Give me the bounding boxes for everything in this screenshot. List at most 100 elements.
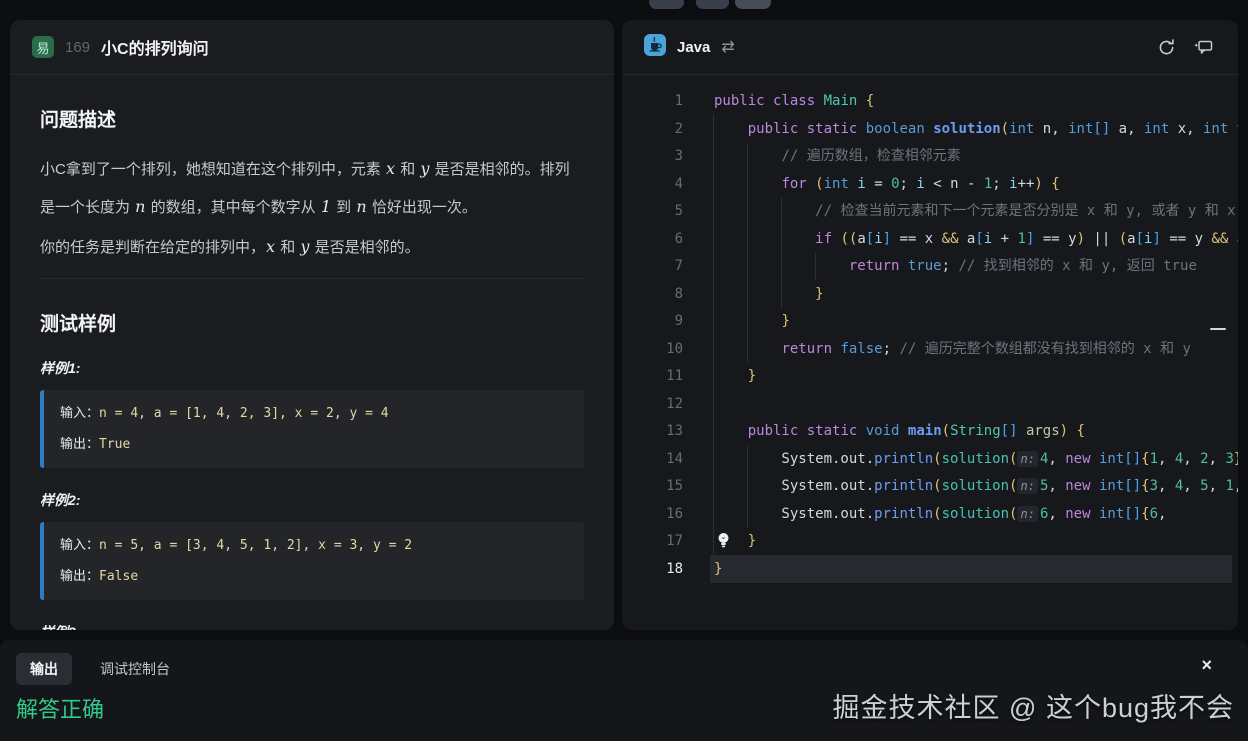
line-number[interactable]: 10 xyxy=(622,336,683,364)
sample-row: 输入：n = 5, a = [3, 4, 5, 1, 2], x = 3, y … xyxy=(60,530,568,561)
line-number[interactable]: 18 xyxy=(622,556,683,584)
code-line[interactable]: // 检查当前元素和下一个元素是否分别是 x 和 y, 或者 y 和 x xyxy=(714,198,1238,226)
language-selector[interactable]: Java xyxy=(677,39,710,56)
code-token-kw: for xyxy=(781,176,806,192)
cropped-toolbar-button[interactable] xyxy=(649,0,684,9)
code-token-gd: ( xyxy=(933,451,941,467)
code-token-call: solution xyxy=(942,506,1009,522)
sample-io-value: True xyxy=(99,437,130,452)
sample-row: 输出：True xyxy=(60,429,568,460)
line-number[interactable]: 16 xyxy=(622,501,683,529)
code-line[interactable]: System.out.println(solution(n:5, new int… xyxy=(714,473,1238,501)
code-token-kw: return xyxy=(781,341,832,357)
code-line[interactable]: public static void main(String[] args) { xyxy=(714,418,1238,446)
code-line[interactable]: } xyxy=(714,308,1238,336)
line-number-gutter[interactable]: 123456789101112131415161718 xyxy=(622,88,683,583)
line-number[interactable]: 12 xyxy=(622,391,683,419)
code-line[interactable]: if ((a[i] == x && a[i + 1] == y) || (a[i… xyxy=(714,226,1238,254)
code-token-kw: class xyxy=(773,93,815,109)
code-token-kw: return xyxy=(849,258,900,274)
line-number[interactable]: 2 xyxy=(622,116,683,144)
line-number[interactable]: 8 xyxy=(622,281,683,309)
tab-debug-console[interactable]: 调试控制台 xyxy=(86,653,184,685)
code-token-vr: i xyxy=(1009,176,1017,192)
line-number[interactable]: 11 xyxy=(622,363,683,391)
code-token-fn: solution xyxy=(933,121,1000,137)
code-line[interactable]: } xyxy=(714,363,1238,391)
code-token-kw: if xyxy=(815,231,832,247)
line-number[interactable]: 13 xyxy=(622,418,683,446)
code-token-hint: n: xyxy=(1017,478,1037,494)
code-token-gd: && xyxy=(1211,231,1228,247)
line-number[interactable]: 17 xyxy=(622,528,683,556)
code-token-cls: Main xyxy=(824,93,858,109)
math-variable: n xyxy=(134,197,146,216)
code-line[interactable]: for (int i = 0; i < n - 1; i++) { xyxy=(714,171,1238,199)
problem-header: 易 169 小C的排列询问 xyxy=(10,20,614,75)
code-token-num: 1 xyxy=(984,176,992,192)
code-token-ty: int xyxy=(1099,451,1124,467)
swap-language-icon[interactable]: ⇄ xyxy=(721,37,734,57)
code-token-pl: , xyxy=(1048,506,1065,522)
code-token-mth: println xyxy=(874,506,933,522)
code-token-pl xyxy=(714,313,781,329)
paragraph-text: 小C拿到了一个排列，她想知道在这个排列中，元素 xyxy=(40,161,385,178)
reset-code-icon[interactable] xyxy=(1153,34,1179,60)
feedback-comment-icon[interactable] xyxy=(1190,34,1216,60)
sample-code-block: 输入：n = 4, a = [1, 4, 2, 3], x = 2, y = 4… xyxy=(40,390,584,468)
math-variable: x xyxy=(385,159,396,178)
code-token-pl xyxy=(714,286,815,302)
line-number[interactable]: 6 xyxy=(622,226,683,254)
code-line[interactable]: return false; // 遍历完整个数组都没有找到相邻的 x 和 y xyxy=(714,336,1238,364)
lightbulb-code-action-icon[interactable] xyxy=(717,532,730,553)
code-token-gd: ) xyxy=(1077,231,1085,247)
cropped-toolbar-button[interactable] xyxy=(735,0,771,9)
problem-title: 小C的排列询问 xyxy=(101,35,209,59)
line-number[interactable]: 4 xyxy=(622,171,683,199)
line-number[interactable]: 3 xyxy=(622,143,683,171)
line-number[interactable]: 9 xyxy=(622,308,683,336)
math-variable: y xyxy=(419,159,430,178)
code-token-gd: } xyxy=(1234,451,1238,467)
code-editor[interactable]: 123456789101112131415161718 public class… xyxy=(622,75,1238,629)
code-line[interactable]: System.out.println(solution(n:4, new int… xyxy=(714,446,1238,474)
code-token-pl: ++ xyxy=(1018,176,1035,192)
close-console-icon[interactable]: × xyxy=(1201,656,1212,674)
code-token-kw: public xyxy=(748,423,799,439)
code-line[interactable]: } xyxy=(714,281,1238,309)
code-token-pl xyxy=(1091,506,1099,522)
code-line[interactable]: public class Main { xyxy=(714,88,1238,116)
line-number[interactable]: 15 xyxy=(622,473,683,501)
console-tabs: 输出 调试控制台 xyxy=(0,640,1248,685)
code-token-gd: ( xyxy=(1119,231,1127,247)
code-token-mth: println xyxy=(874,478,933,494)
code-token-bb: [] xyxy=(1124,478,1141,494)
line-number[interactable]: 5 xyxy=(622,198,683,226)
code-token-ty: boolean xyxy=(866,121,925,137)
code-line[interactable]: return true; // 找到相邻的 x 和 y, 返回 true xyxy=(714,253,1238,281)
code-token-fn: main xyxy=(908,423,942,439)
code-token-pl: y xyxy=(1228,121,1238,137)
code-token-pl: , xyxy=(1183,451,1200,467)
code-token-pl: ; xyxy=(992,176,1009,192)
line-number[interactable]: 1 xyxy=(622,88,683,116)
code-line[interactable] xyxy=(714,391,1238,419)
code-token-num: 6 xyxy=(1150,506,1158,522)
code-line[interactable]: } xyxy=(714,556,1238,584)
code-token-gd: ( xyxy=(1001,121,1009,137)
line-number[interactable]: 7 xyxy=(622,253,683,281)
code-token-ty: int xyxy=(1144,121,1169,137)
code-line[interactable]: System.out.println(solution(n:6, new int… xyxy=(714,501,1238,529)
description-heading: 问题描述 xyxy=(40,105,584,132)
code-token-pl: == y xyxy=(1161,231,1212,247)
code-token-pl xyxy=(857,423,865,439)
code-line[interactable]: } xyxy=(714,528,1238,556)
code-line[interactable]: // 遍历数组，检查相邻元素 xyxy=(714,143,1238,171)
tab-output[interactable]: 输出 xyxy=(16,653,72,685)
line-number[interactable]: 14 xyxy=(622,446,683,474)
code-content[interactable]: public class Main { public static boolea… xyxy=(714,88,1238,583)
cropped-toolbar-button[interactable] xyxy=(696,0,729,9)
code-line[interactable]: public static boolean solution(int n, in… xyxy=(714,116,1238,144)
code-token-pl xyxy=(857,93,865,109)
sample-io-value: n = 5, a = [3, 4, 5, 1, 2], x = 3, y = 2 xyxy=(99,538,412,553)
